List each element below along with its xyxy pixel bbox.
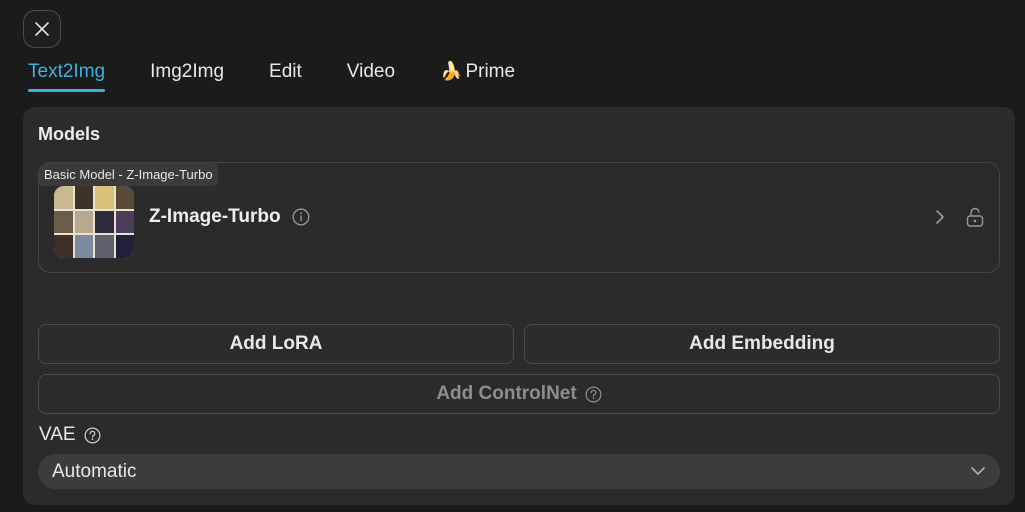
chevron-right-icon[interactable] <box>933 207 947 227</box>
add-embedding-button[interactable]: Add Embedding <box>524 324 1000 364</box>
model-badge: Basic Model - Z-Image-Turbo <box>39 163 218 186</box>
add-lora-button[interactable]: Add LoRA <box>38 324 514 364</box>
chevron-down-icon <box>971 467 985 475</box>
model-name: Z-Image-Turbo <box>149 206 281 227</box>
tab-video[interactable]: Video <box>347 58 395 92</box>
button-label: Add Embedding <box>689 333 835 354</box>
button-label: Add ControlNet <box>436 383 577 404</box>
tab-label: Text2Img <box>28 61 106 82</box>
tab-label: Edit <box>269 61 302 82</box>
vae-label: VAE <box>39 424 101 446</box>
help-icon[interactable] <box>84 427 101 444</box>
add-controlnet-button[interactable]: Add ControlNet <box>38 374 1000 414</box>
tab-prime[interactable]: 🍌 Prime <box>440 58 515 92</box>
tab-edit[interactable]: Edit <box>269 58 302 92</box>
tab-label: Video <box>346 61 396 82</box>
vae-select[interactable]: Automatic <box>38 454 1000 489</box>
mode-tabs: Text2Img Img2Img Edit Video 🍌 Prime <box>28 58 560 94</box>
models-panel: Models Basic Model - Z-Image-Turbo Z-Ima… <box>23 107 1015 505</box>
close-icon <box>35 22 49 36</box>
banana-icon: 🍌 <box>440 61 463 81</box>
info-icon[interactable] <box>292 208 310 226</box>
vae-label-text: VAE <box>39 424 76 445</box>
model-thumbnail <box>54 186 134 258</box>
model-card[interactable]: Basic Model - Z-Image-Turbo Z-Image-Turb… <box>38 162 1000 273</box>
vae-selected-value: Automatic <box>52 460 137 482</box>
unlock-icon[interactable] <box>965 206 985 228</box>
button-label: Add LoRA <box>229 333 323 354</box>
help-icon[interactable] <box>585 386 602 403</box>
tab-img2img[interactable]: Img2Img <box>150 58 224 92</box>
close-button[interactable] <box>23 10 61 48</box>
tab-text2img[interactable]: Text2Img <box>28 58 106 92</box>
tab-label: Img2Img <box>150 61 225 82</box>
panel-title: Models <box>38 124 101 144</box>
tab-label: Prime <box>465 61 516 82</box>
